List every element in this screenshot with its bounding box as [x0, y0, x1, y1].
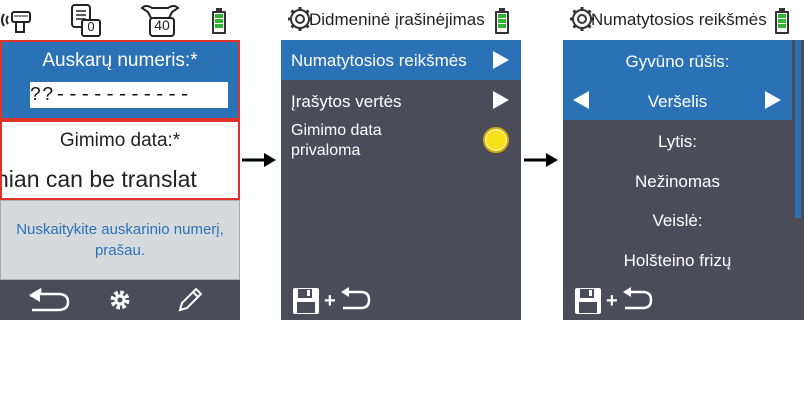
edit-icon[interactable] — [176, 286, 204, 314]
screen-bulk-recording: Didmeninė įrašinėjimas Numatytosios reik… — [281, 0, 521, 320]
toggle-label-line2: privaloma — [291, 142, 361, 159]
bottom-toolbar — [0, 280, 240, 320]
screen-title: Numatytosios reikšmės — [591, 10, 767, 29]
plus-icon: + — [606, 290, 618, 312]
back-icon[interactable] — [28, 288, 74, 312]
rfid-reader-icon — [1, 11, 31, 33]
chevron-right-icon — [493, 91, 509, 109]
toggle-label-line1: Gimimo data — [291, 122, 382, 139]
flow-arrow-icon — [242, 153, 276, 167]
birth-date-value: nian can be translat — [0, 166, 197, 192]
battery-icon — [775, 8, 789, 34]
status-bar: Didmeninė įrašinėjimas — [281, 0, 521, 40]
screen-title: Didmeninė įrašinėjimas — [309, 10, 485, 29]
sex-value[interactable]: Nežinomas — [563, 172, 792, 192]
back-icon[interactable] — [339, 286, 373, 312]
breed-label: Veislė: — [652, 211, 703, 230]
toggle-birth-date-required[interactable]: Gimimo data privaloma — [281, 120, 521, 164]
breed-value[interactable]: Holšteino frizų — [563, 251, 792, 271]
battery-icon — [212, 8, 226, 34]
flow-arrow-icon — [524, 153, 558, 167]
ear-number-section[interactable]: Auskarų numeris:* ??----------- — [0, 40, 240, 120]
species-label: Gyvūno rūšis: — [625, 52, 730, 71]
ear-tag-counter: 0 — [87, 19, 95, 34]
menu-item-default-values[interactable]: Numatytosios reikšmės — [281, 40, 521, 80]
birth-date-section[interactable]: Gimimo data:* nian can be translat — [0, 120, 240, 200]
cattle-counter: 40 — [154, 17, 170, 33]
chevron-right-icon — [493, 51, 509, 69]
scan-message-box: Nuskaitykite auskarinio numerį, prašau. — [0, 200, 240, 280]
bottom-toolbar: + — [563, 280, 803, 320]
species-value: Veršelis — [647, 92, 708, 111]
menu-item-label: Įrašytos vertės — [291, 92, 402, 111]
save-icon[interactable] — [291, 286, 321, 316]
birth-date-label: Gimimo data:* — [59, 130, 181, 151]
menu-item-label: Numatytosios reikšmės — [291, 51, 467, 70]
sex-label: Lytis: — [657, 132, 698, 151]
battery-icon — [495, 8, 509, 34]
status-bar: 0 40 — [0, 0, 240, 40]
chevron-right-icon[interactable] — [765, 91, 781, 109]
species-selector[interactable]: Gyvūno rūšis: Veršelis — [563, 40, 792, 120]
back-icon[interactable] — [621, 286, 655, 312]
screen-record-entry: 0 40 Auskarų numeris:* ??----------- Gim… — [0, 0, 240, 320]
scrollbar[interactable] — [795, 40, 801, 218]
bottom-toolbar: + — [281, 280, 521, 320]
status-bar: Numatytosios reikšmės — [563, 0, 804, 40]
plus-icon: + — [324, 290, 336, 312]
save-icon[interactable] — [573, 286, 603, 316]
menu-item-saved-values[interactable]: Įrašytos vertės — [281, 80, 521, 120]
ear-number-label: Auskarų numeris:* — [42, 50, 198, 71]
ear-number-input[interactable]: ??----------- — [30, 82, 228, 108]
scan-message: Nuskaitykite auskarinio numerį, prašau. — [16, 221, 224, 259]
toggle-indicator-icon[interactable] — [483, 127, 509, 153]
settings-icon[interactable] — [108, 288, 132, 312]
screen-default-values: Numatytosios reikšmės Gyvūno rūšis: Verš… — [563, 0, 804, 320]
